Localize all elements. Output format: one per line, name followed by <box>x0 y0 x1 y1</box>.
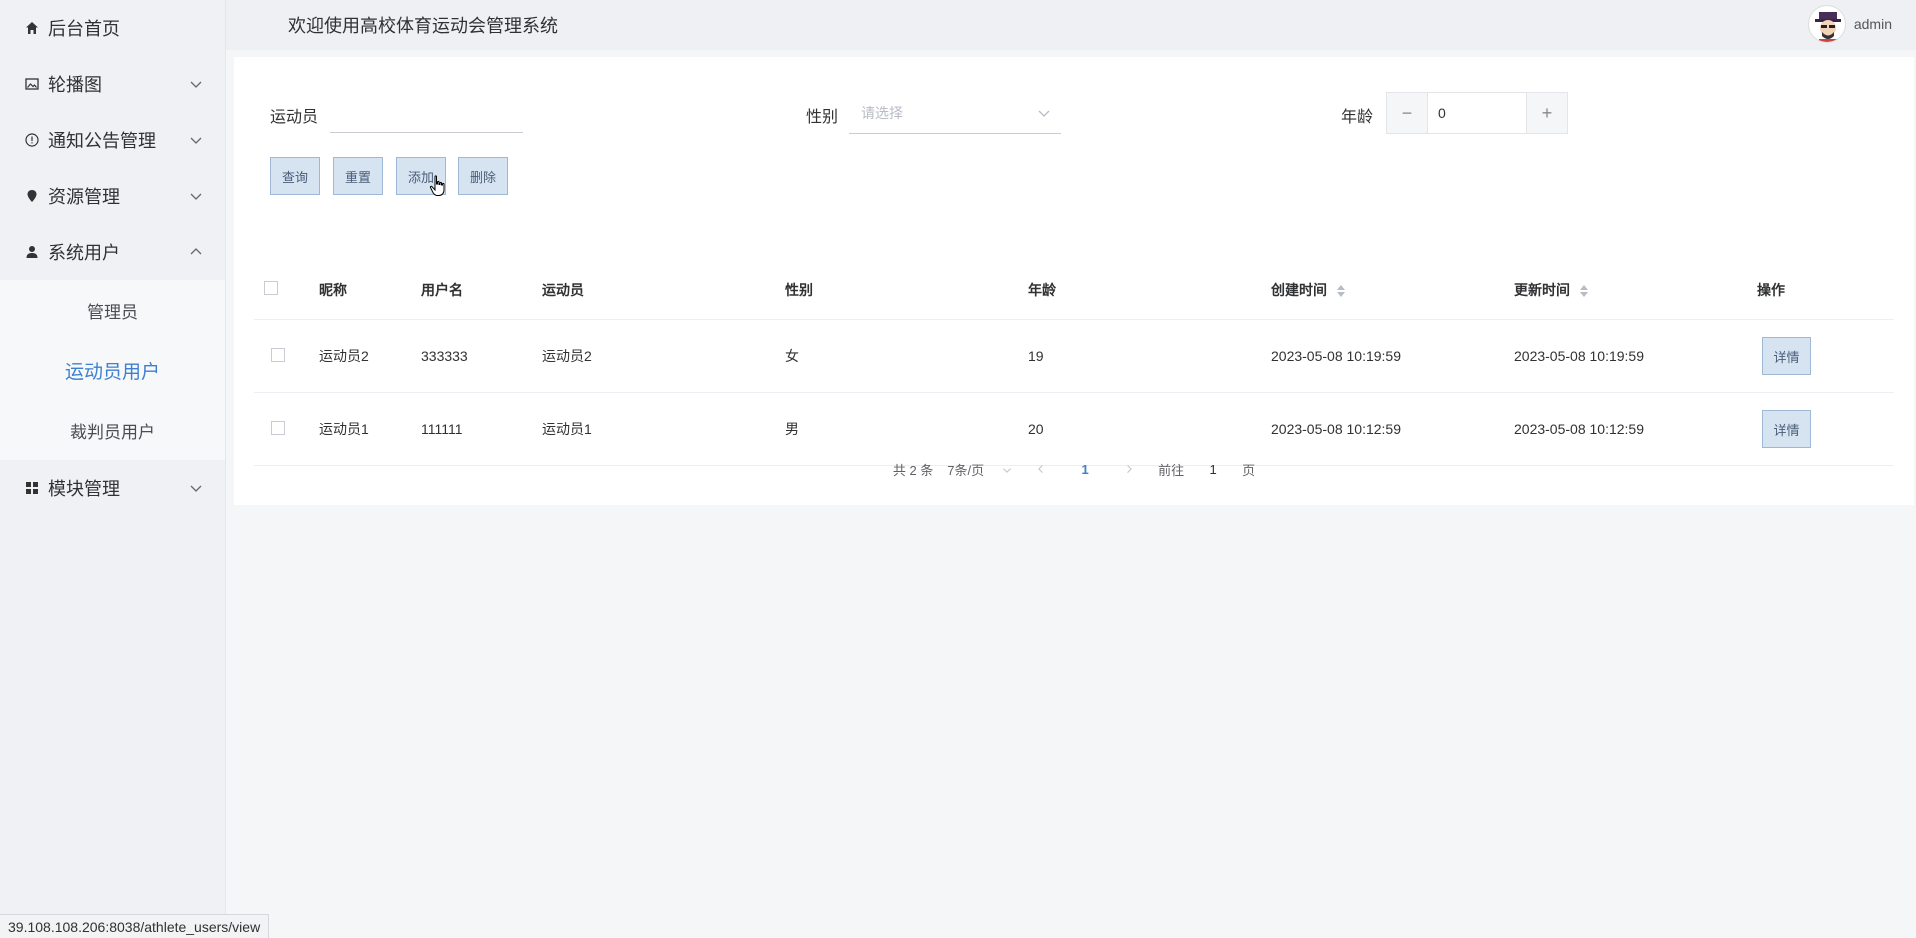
age-increase-button[interactable]: + <box>1527 93 1567 133</box>
age-input[interactable] <box>1427 93 1527 133</box>
pagination: 共 2 条 7条/页 1 前往 1 页 <box>234 460 1914 479</box>
sidebar-subitem-athlete-users[interactable]: 运动员用户 <box>0 340 225 400</box>
pagination-total: 共 2 条 <box>892 463 934 478</box>
main-card: 运动员 性别 请选择 年龄 − + 查询 重置 添加 删除 昵称 用户名 运动员… <box>234 57 1914 505</box>
sidebar-item-carousel[interactable]: 轮播图 <box>0 56 225 112</box>
header-nickname: 昵称 <box>319 281 347 298</box>
athlete-table: 昵称 用户名 运动员 性别 年龄 创建时间 更新时间 操作 运动员2 33333… <box>254 260 1894 466</box>
hand-cursor-icon <box>429 175 445 196</box>
chevron-up-icon <box>190 248 202 255</box>
sidebar-subitem-referee-users[interactable]: 裁判员用户 <box>0 400 225 460</box>
header-age: 年龄 <box>1028 281 1056 298</box>
page-suffix: 页 <box>1242 463 1256 478</box>
sidebar-item-system-users[interactable]: 系统用户 <box>0 224 225 280</box>
sidebar-item-notices[interactable]: 通知公告管理 <box>0 112 225 168</box>
chevron-down-icon <box>1003 467 1012 473</box>
sidebar-item-label: 资源管理 <box>48 187 120 207</box>
sidebar-item-label: 通知公告管理 <box>48 131 156 151</box>
row-checkbox[interactable] <box>271 347 285 362</box>
row-checkbox[interactable] <box>271 420 285 435</box>
sort-icon[interactable] <box>1579 284 1589 298</box>
page-size-label: 7条/页 <box>947 463 985 478</box>
reset-button[interactable]: 重置 <box>333 157 383 195</box>
goto-label: 前往 <box>1158 463 1185 478</box>
sort-icon[interactable] <box>1336 284 1346 298</box>
sidebar-item-label: 系统用户 <box>48 243 120 263</box>
info-icon <box>24 132 40 148</box>
table-row: 运动员2 333333 运动员2 女 19 2023-05-08 10:19:5… <box>254 320 1894 393</box>
delete-button[interactable]: 删除 <box>458 157 508 195</box>
age-filter-label: 年龄 <box>1341 109 1374 126</box>
location-icon <box>24 188 40 204</box>
table-header: 昵称 用户名 运动员 性别 年龄 创建时间 更新时间 操作 <box>254 260 1894 320</box>
next-page-button[interactable] <box>1114 462 1144 477</box>
sidebar-item-label: 后台首页 <box>48 19 120 39</box>
avatar-icon <box>1815 12 1841 42</box>
cell-updated-time: 2023-05-08 10:12:59 <box>1514 421 1644 437</box>
header-updated-time[interactable]: 更新时间 <box>1514 280 1757 300</box>
detail-button[interactable]: 详情 <box>1762 410 1811 448</box>
status-bar-url: 39.108.108.206:8038/athlete_users/view <box>0 914 270 938</box>
header-gender: 性别 <box>785 281 813 298</box>
cell-updated-time: 2023-05-08 10:19:59 <box>1514 348 1644 364</box>
page-number-current[interactable]: 1 <box>1070 462 1100 477</box>
image-icon <box>24 76 40 92</box>
cell-nickname: 运动员1 <box>319 421 369 437</box>
table-row: 运动员1 111111 运动员1 男 20 2023-05-08 10:12:5… <box>254 393 1894 466</box>
query-button[interactable]: 查询 <box>270 157 320 195</box>
avatar[interactable] <box>1808 5 1846 43</box>
age-stepper: − + <box>1386 92 1568 134</box>
athlete-input[interactable] <box>330 99 523 133</box>
header-username: 用户名 <box>421 281 463 298</box>
sidebar-item-resources[interactable]: 资源管理 <box>0 168 225 224</box>
cell-athlete: 运动员2 <box>542 348 592 364</box>
sidebar-item-label: 轮播图 <box>48 75 102 95</box>
select-all-checkbox[interactable] <box>264 281 278 295</box>
home-icon <box>24 20 40 36</box>
cell-nickname: 运动员2 <box>319 348 369 364</box>
gender-select-placeholder: 请选择 <box>861 104 903 121</box>
top-header: 欢迎使用高校体育运动会管理系统 admin <box>226 0 1916 50</box>
cell-gender: 男 <box>785 421 799 437</box>
header-updated-label: 更新时间 <box>1514 281 1570 298</box>
chevron-down-icon <box>1038 110 1050 117</box>
gender-filter-label: 性别 <box>806 109 839 126</box>
sidebar: 后台首页 轮播图 通知公告管理 资源管理 系统用户 管理员 运动员用户 裁判员用… <box>0 0 226 938</box>
cell-username: 333333 <box>421 348 468 364</box>
cell-athlete: 运动员1 <box>542 421 592 437</box>
header-created-time[interactable]: 创建时间 <box>1271 280 1514 300</box>
cell-created-time: 2023-05-08 10:19:59 <box>1271 348 1401 364</box>
cell-age: 19 <box>1028 348 1044 364</box>
header-actions: 操作 <box>1757 281 1785 298</box>
page-title: 欢迎使用高校体育运动会管理系统 <box>288 16 558 36</box>
chevron-down-icon <box>190 485 202 492</box>
header-athlete: 运动员 <box>542 281 584 298</box>
age-decrease-button[interactable]: − <box>1387 93 1427 133</box>
grid-icon <box>24 480 40 496</box>
user-icon <box>24 244 40 260</box>
chevron-left-icon <box>1038 465 1043 473</box>
sidebar-item-modules[interactable]: 模块管理 <box>0 460 225 516</box>
header-created-label: 创建时间 <box>1271 281 1327 298</box>
cell-age: 20 <box>1028 421 1044 437</box>
athlete-filter-label: 运动员 <box>270 109 319 126</box>
cell-created-time: 2023-05-08 10:12:59 <box>1271 421 1401 437</box>
chevron-down-icon <box>190 137 202 144</box>
chevron-down-icon <box>190 193 202 200</box>
page-size-select[interactable]: 7条/页 <box>947 460 1012 479</box>
chevron-right-icon <box>1127 465 1133 473</box>
sidebar-item-label: 模块管理 <box>48 479 120 499</box>
prev-page-button[interactable] <box>1026 462 1056 477</box>
system-users-submenu: 管理员 运动员用户 裁判员用户 <box>0 280 225 460</box>
cell-username: 111111 <box>421 421 463 437</box>
gender-select[interactable]: 请选择 <box>849 92 1061 134</box>
chevron-down-icon <box>190 81 202 88</box>
detail-button[interactable]: 详情 <box>1762 337 1811 375</box>
sidebar-subitem-admins[interactable]: 管理员 <box>0 280 225 340</box>
goto-page-input[interactable]: 1 <box>1198 462 1228 477</box>
sidebar-item-home[interactable]: 后台首页 <box>0 0 225 56</box>
user-name[interactable]: admin <box>1854 16 1892 32</box>
cell-gender: 女 <box>785 348 799 364</box>
